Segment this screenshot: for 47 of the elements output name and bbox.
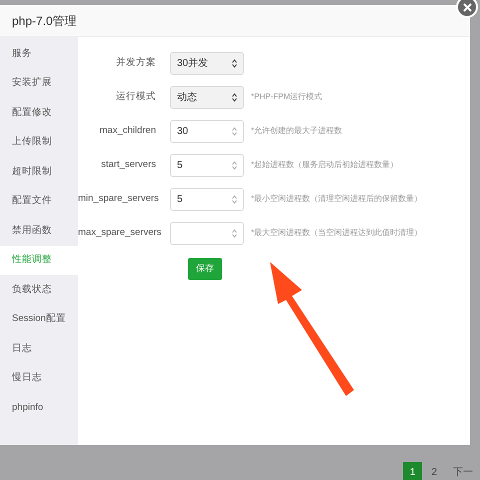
field-hint: *最小空闲进程数（清理空闲进程后的保留数量） [251, 193, 422, 205]
sidebar-item[interactable]: 禁用函数 [0, 216, 78, 246]
spinner-icon [232, 194, 237, 204]
field-hint: *PHP-FPM运行模式 [251, 91, 322, 103]
spinner-icon [232, 228, 237, 238]
sidebar-item[interactable]: 服务 [0, 39, 78, 68]
sidebar-item[interactable]: 性能调整 [0, 246, 78, 275]
select-field[interactable]: 30并发 [170, 52, 244, 74]
sidebar-item[interactable]: 上传限制 [0, 128, 78, 157]
field-label: max_spare_servers [78, 226, 162, 240]
page-button[interactable]: 2 [424, 462, 444, 480]
number-field[interactable]: 30 [170, 120, 244, 142]
field-label: start_servers [100, 158, 157, 172]
sidebar-item[interactable]: 安装扩展 [0, 68, 78, 98]
field-label: 运行模式 [115, 90, 157, 104]
field-label: max_children [98, 124, 157, 138]
page-button[interactable]: 下一 [446, 462, 480, 480]
number-field[interactable] [170, 222, 244, 244]
page-button[interactable]: 1 [402, 462, 422, 480]
close-icon [462, 2, 472, 12]
field-value: 动态 [177, 90, 197, 104]
sidebar-item[interactable]: Session配置 [0, 304, 78, 334]
field-value: 5 [177, 192, 183, 206]
close-button[interactable] [456, 0, 478, 18]
spinner-icon [232, 160, 237, 170]
chevrons-icon [232, 92, 237, 102]
field-hint: *起始进程数（服务启动后初始进程数量） [251, 159, 398, 171]
chevrons-icon [232, 58, 237, 68]
field-hint: *最大空闲进程数（当空闲进程达到此值时清理） [251, 227, 422, 239]
field-value: 30并发 [177, 56, 208, 70]
field-label: 并发方案 [115, 56, 157, 70]
sidebar-item[interactable]: 配置文件 [0, 186, 78, 216]
field-value: 30 [177, 124, 188, 138]
select-field[interactable]: 动态 [170, 86, 244, 108]
sidebar-item[interactable]: 慢日志 [0, 364, 78, 393]
field-value: 5 [177, 158, 183, 172]
spinner-icon [232, 126, 237, 136]
sidebar-item[interactable]: 配置修改 [0, 98, 78, 128]
dialog-title: php-7.0管理 [12, 12, 77, 30]
field-label: min_spare_servers [78, 192, 160, 206]
field-hint: *允许创建的最大子进程数 [251, 125, 342, 137]
sidebar-item[interactable]: 超时限制 [0, 157, 78, 186]
number-field[interactable]: 5 [170, 154, 244, 176]
number-field[interactable]: 5 [170, 188, 244, 210]
sidebar-item[interactable]: 日志 [0, 334, 78, 364]
sidebar-item[interactable]: phpinfo [0, 393, 78, 422]
sidebar-item[interactable]: 负载状态 [0, 275, 78, 304]
